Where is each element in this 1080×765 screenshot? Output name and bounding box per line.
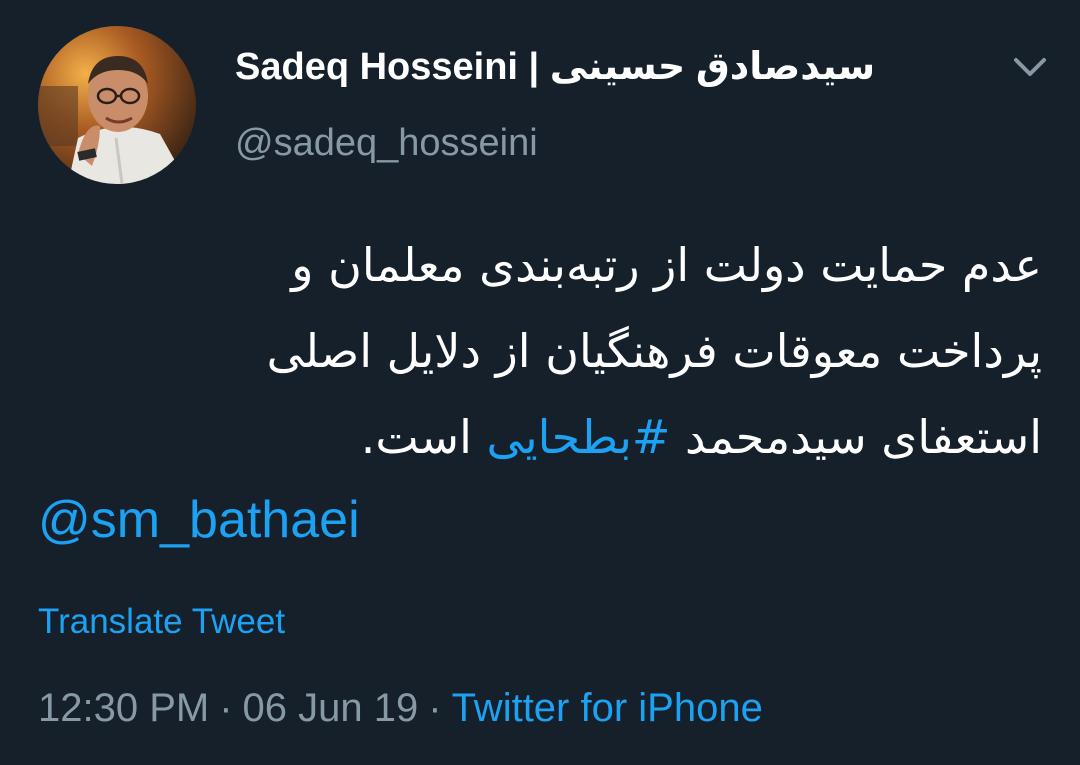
author-avatar[interactable] xyxy=(38,26,196,184)
tweet-meta: 12:30 PM · 06 Jun 19 · Twitter for iPhone xyxy=(38,686,763,731)
meta-separator: · xyxy=(428,686,442,730)
author-handle[interactable]: @sadeq_hosseini xyxy=(235,122,538,165)
tweet-text-line: عدم حمایت دولت از رتبه‌بندی معلمان و xyxy=(291,238,1042,292)
tweet-date[interactable]: 06 Jun 19 xyxy=(243,686,419,730)
tweet-text-suffix: است. xyxy=(360,410,472,464)
meta-separator: · xyxy=(219,686,233,730)
tweet-text-line: استعفای سیدمحمد xyxy=(685,410,1042,464)
tweet-time[interactable]: 12:30 PM xyxy=(38,686,209,730)
tweet-text: عدم حمایت دولت از رتبه‌بندی معلمان و پردا… xyxy=(38,222,1042,480)
tweet-text-line: پرداخت معوقات فرهنگیان از دلایل اصلی xyxy=(266,324,1042,378)
author-display-name[interactable]: Sadeq Hosseini | سیدصادق حسینی xyxy=(235,44,875,89)
hashtag-link[interactable]: #بطحایی xyxy=(486,410,670,464)
chevron-down-icon[interactable] xyxy=(1010,52,1050,82)
mention-link[interactable]: @sm_bathaei xyxy=(38,490,360,550)
translate-tweet-link[interactable]: Translate Tweet xyxy=(38,602,285,642)
tweet-source-link[interactable]: Twitter for iPhone xyxy=(452,686,763,730)
